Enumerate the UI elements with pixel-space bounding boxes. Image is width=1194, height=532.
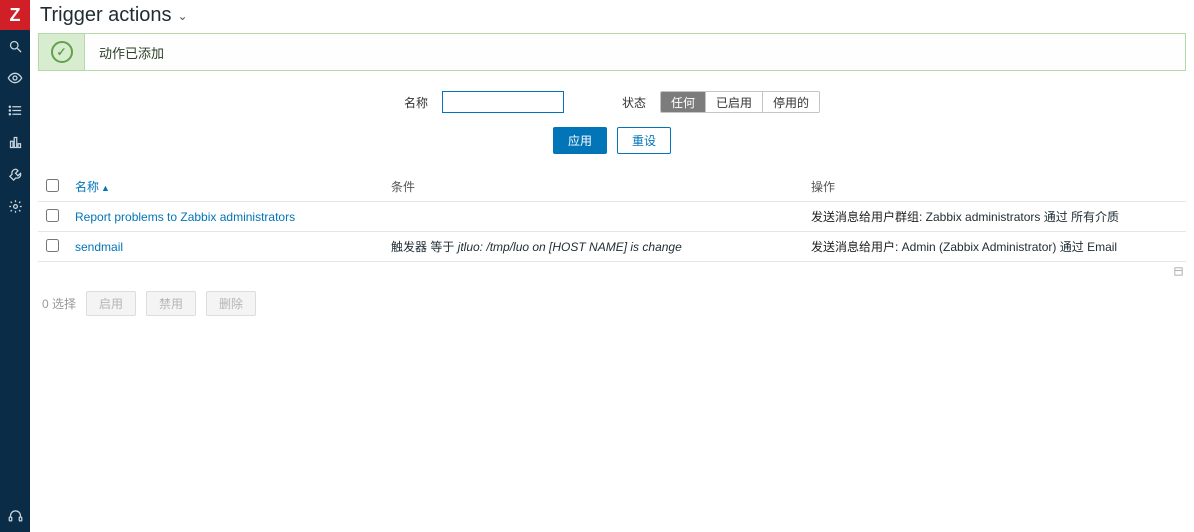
reset-button[interactable]: 重设: [617, 127, 671, 154]
bulk-enable-button[interactable]: 启用: [86, 291, 136, 316]
sidebar: Z: [0, 0, 30, 532]
filter-status-label: 状态: [622, 94, 646, 111]
col-header-name[interactable]: 名称▲: [67, 172, 383, 202]
bulk-disable-button[interactable]: 禁用: [146, 291, 196, 316]
success-check-icon: ✓: [39, 34, 85, 70]
status-segmented: 任何 已启用 停用的: [660, 91, 820, 113]
action-name-link[interactable]: sendmail: [75, 240, 123, 254]
status-option-enabled[interactable]: 已启用: [706, 92, 763, 112]
list-icon[interactable]: [0, 94, 30, 126]
action-name-link[interactable]: Report problems to Zabbix administrators: [75, 210, 295, 224]
page-title: Trigger actions: [40, 4, 172, 27]
page-header: Trigger actions ⌄: [30, 4, 1194, 33]
row-checkbox[interactable]: [46, 209, 59, 222]
row-conditions: [383, 202, 803, 232]
select-all-checkbox[interactable]: [46, 179, 59, 192]
table-footer-icon[interactable]: [38, 262, 1186, 281]
sort-asc-icon: ▲: [101, 183, 110, 193]
support-icon[interactable]: [0, 500, 30, 532]
chevron-down-icon: ⌄: [178, 9, 188, 23]
search-icon[interactable]: [0, 30, 30, 62]
row-conditions: 触发器 等于 jtluo: /tmp/luo on [HOST NAME] is…: [383, 232, 803, 262]
table-header-row: 名称▲ 条件 操作: [38, 172, 1186, 202]
filter-panel: 名称 状态 任何 已启用 停用的 应用 重设: [30, 81, 1194, 166]
status-option-any[interactable]: 任何: [661, 92, 706, 112]
status-option-disabled[interactable]: 停用的: [763, 92, 819, 112]
table-row: sendmail 触发器 等于 jtluo: /tmp/luo on [HOST…: [38, 232, 1186, 262]
apply-button[interactable]: 应用: [553, 127, 607, 154]
main-content: Trigger actions ⌄ ✓ 动作已添加 名称 状态 任何 已启用 停…: [30, 0, 1194, 532]
filter-name-input[interactable]: [442, 91, 564, 113]
selected-count: 0 选择: [42, 295, 76, 312]
row-operations: 发送消息给用户群组: Zabbix administrators 通过 所有介质: [803, 202, 1186, 232]
admin-icon[interactable]: [0, 190, 30, 222]
success-message: 动作已添加: [85, 34, 1185, 70]
success-banner: ✓ 动作已添加: [38, 33, 1186, 71]
page-title-dropdown[interactable]: Trigger actions ⌄: [40, 4, 188, 27]
table-row: Report problems to Zabbix administrators…: [38, 202, 1186, 232]
eye-icon[interactable]: [0, 62, 30, 94]
bulk-delete-button[interactable]: 删除: [206, 291, 256, 316]
row-checkbox[interactable]: [46, 239, 59, 252]
col-header-operations: 操作: [803, 172, 1186, 202]
filter-name-label: 名称: [404, 94, 428, 111]
col-header-conditions: 条件: [383, 172, 803, 202]
actions-table: 名称▲ 条件 操作 Report problems to Zabbix admi…: [38, 172, 1186, 281]
zabbix-logo[interactable]: Z: [0, 0, 30, 30]
bulk-actions: 0 选择 启用 禁用 删除: [30, 281, 1194, 326]
reports-icon[interactable]: [0, 126, 30, 158]
config-icon[interactable]: [0, 158, 30, 190]
row-operations: 发送消息给用户: Admin (Zabbix Administrator) 通过…: [803, 232, 1186, 262]
